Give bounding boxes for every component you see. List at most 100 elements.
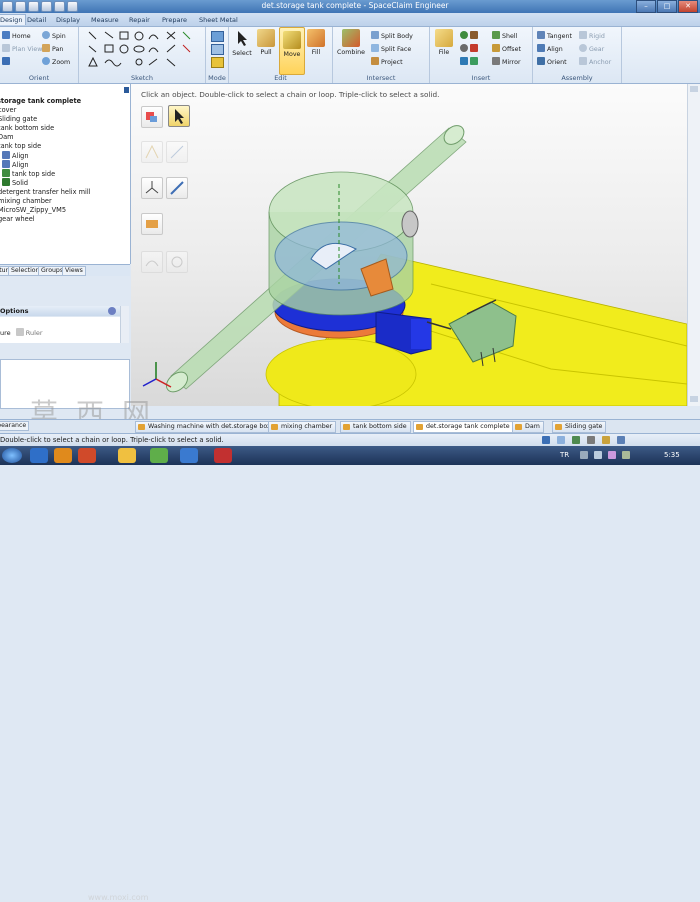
volume-icon[interactable] xyxy=(594,451,602,459)
tab-appearance[interactable]: Appearance xyxy=(0,421,30,431)
save-icon[interactable] xyxy=(41,1,52,12)
anchor-button[interactable]: Anchor xyxy=(579,57,611,67)
pull-button[interactable]: Pull xyxy=(255,29,277,57)
tree-item-detergent-mill[interactable]: detergent transfer helix mill xyxy=(0,188,91,197)
3d-mode-icon[interactable] xyxy=(211,57,224,68)
close-button[interactable]: ✕ xyxy=(678,0,698,13)
tab-measure[interactable]: Measure xyxy=(88,15,122,25)
select-button[interactable]: Select xyxy=(231,29,253,58)
doc-tab[interactable]: Washing machine with det.storage box xyxy=(135,421,275,433)
app-menu-icon[interactable] xyxy=(2,1,13,12)
gear-wheel[interactable] xyxy=(401,210,419,238)
tree-item-sliding-gate[interactable]: Sliding gate xyxy=(0,115,37,124)
tree-item-microsw[interactable]: MicroSW_Zippy_VM5 xyxy=(0,206,66,215)
plan-view-button[interactable]: Plan View xyxy=(2,44,42,54)
maximize-button[interactable]: □ xyxy=(657,0,677,13)
redo-icon[interactable] xyxy=(67,1,78,12)
offset-button[interactable]: Offset xyxy=(492,44,521,54)
app2-taskbar-icon[interactable] xyxy=(180,448,198,463)
doc-tab[interactable]: Sliding gate xyxy=(552,421,607,433)
battery-icon[interactable] xyxy=(622,451,630,459)
spaceclaim-taskbar-icon[interactable] xyxy=(150,448,168,463)
pan-button[interactable]: Pan xyxy=(42,44,63,54)
home-button[interactable]: Home xyxy=(2,31,31,41)
split-body-button[interactable]: Split Body xyxy=(371,31,413,41)
scroll-up-icon[interactable] xyxy=(690,86,698,92)
start-button-icon[interactable] xyxy=(2,448,22,463)
options-scrollbar[interactable] xyxy=(120,306,129,343)
tree-item-root[interactable]: storage tank complete xyxy=(0,97,81,106)
doc-tab[interactable]: mixing chamber xyxy=(268,421,337,433)
tab-design[interactable]: Design xyxy=(0,14,27,25)
display-icon[interactable] xyxy=(572,436,580,444)
panel-pin-icon[interactable] xyxy=(124,87,129,93)
design-viewport[interactable]: Click an object. Double-click to select … xyxy=(131,84,687,406)
tab-display[interactable]: Display xyxy=(53,15,83,25)
folder-taskbar-icon[interactable] xyxy=(118,448,136,463)
viewport-scrollbar[interactable] xyxy=(687,84,700,406)
undo-icon[interactable] xyxy=(54,1,65,12)
clock[interactable]: 5:35 xyxy=(664,451,680,459)
split-face-button[interactable]: Split Face xyxy=(371,44,411,54)
section-mode-icon[interactable] xyxy=(211,44,224,55)
tab-views[interactable]: Views xyxy=(62,266,86,276)
browser-icon[interactable] xyxy=(30,448,48,463)
zoom-button[interactable]: Zoom xyxy=(42,57,70,67)
axis-icon[interactable] xyxy=(470,44,478,52)
network-icon[interactable] xyxy=(580,451,588,459)
3d-model[interactable] xyxy=(131,84,687,406)
cylinder-icon[interactable] xyxy=(470,31,478,39)
app-icon[interactable] xyxy=(78,448,96,463)
help-icon[interactable] xyxy=(108,307,116,315)
sketch-tools[interactable] xyxy=(87,30,199,70)
tree-item-tank-bottom-side[interactable]: tank bottom side xyxy=(0,124,54,133)
fill-button[interactable]: Fill xyxy=(305,29,327,57)
tab-detail[interactable]: Detail xyxy=(24,15,49,25)
grid-icon[interactable] xyxy=(587,436,595,444)
doc-tab[interactable]: tank bottom side xyxy=(340,421,411,433)
mirror-button[interactable]: Mirror xyxy=(492,57,521,67)
align-button[interactable]: Align xyxy=(537,44,563,54)
doc-tab[interactable]: Dam xyxy=(512,421,544,433)
tree-item-mixing-chamber[interactable]: mixing chamber xyxy=(0,197,52,206)
shell-button[interactable]: Shell xyxy=(492,31,517,41)
doc-tab-active[interactable]: det.storage tank complete✕ xyxy=(413,421,522,433)
app3-taskbar-icon[interactable] xyxy=(214,448,232,463)
orient-button[interactable]: Orient xyxy=(537,57,567,67)
spin-button[interactable]: Spin xyxy=(42,31,66,41)
combine-button[interactable]: Combine xyxy=(335,29,367,57)
tree-item-cover[interactable]: cover xyxy=(0,106,16,115)
tree-item-tank-top-side[interactable]: tank top side xyxy=(0,142,41,151)
tab-repair[interactable]: Repair xyxy=(126,15,153,25)
select-mode-icon[interactable] xyxy=(542,436,550,444)
tab-sheet-metal[interactable]: Sheet Metal xyxy=(196,15,241,25)
scroll-down-icon[interactable] xyxy=(690,396,698,402)
move-button[interactable]: Move xyxy=(279,27,305,75)
open-icon[interactable] xyxy=(28,1,39,12)
rigid-button[interactable]: Rigid xyxy=(579,31,605,41)
plane-icon[interactable] xyxy=(460,44,468,52)
tree-item-gear-wheel[interactable]: gear wheel xyxy=(0,215,35,224)
view-cube-button[interactable] xyxy=(2,57,12,67)
tab-prepare[interactable]: Prepare xyxy=(159,15,190,25)
sketch-mode-icon[interactable] xyxy=(211,31,224,42)
new-icon[interactable] xyxy=(15,1,26,12)
flag-icon[interactable] xyxy=(608,451,616,459)
filter-icon[interactable] xyxy=(557,436,565,444)
group-orient: Home Spin Plan View Pan Zoom Orient xyxy=(0,27,79,83)
settings-icon[interactable] xyxy=(617,436,625,444)
language-indicator[interactable]: TR xyxy=(560,451,569,459)
ruler-option[interactable]: ure Ruler xyxy=(0,328,43,337)
file-button[interactable]: File xyxy=(432,29,456,57)
tangent-button[interactable]: Tangent xyxy=(537,31,572,41)
media-icon[interactable] xyxy=(54,448,72,463)
tree-item-solid[interactable]: Solid xyxy=(2,178,28,188)
tree-item-dam[interactable]: Dam xyxy=(0,133,14,142)
gear-button[interactable]: Gear xyxy=(579,44,604,54)
origin-icon[interactable] xyxy=(460,57,468,65)
snap-icon[interactable] xyxy=(602,436,610,444)
minimize-button[interactable]: – xyxy=(636,0,656,13)
point-icon[interactable] xyxy=(470,57,478,65)
sphere-icon[interactable] xyxy=(460,31,468,39)
project-button[interactable]: Project xyxy=(371,57,403,67)
